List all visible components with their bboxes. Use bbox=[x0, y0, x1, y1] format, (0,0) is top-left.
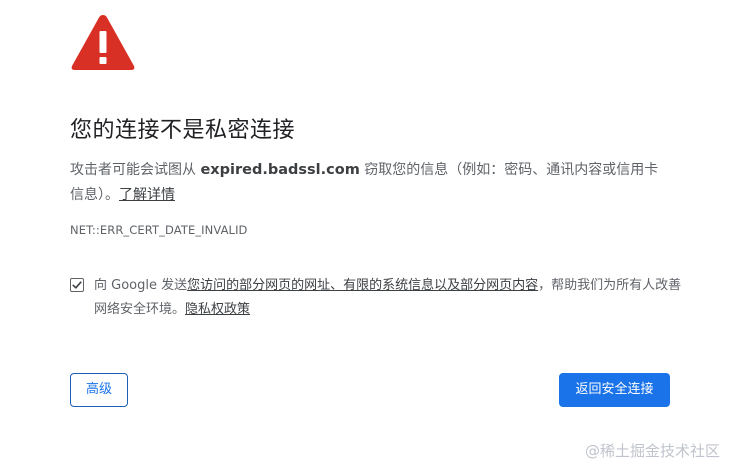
back-to-safety-button[interactable]: 返回安全连接 bbox=[559, 373, 670, 407]
error-code: NET::ERR_CERT_DATE_INVALID bbox=[70, 223, 248, 237]
optin-text: 向 Google 发送您访问的部分网页的网址、有限的系统信息以及部分网页内容，帮… bbox=[94, 274, 684, 322]
description-prefix: 攻击者可能会试图从 bbox=[70, 162, 201, 178]
optin-prefix: 向 Google 发送 bbox=[94, 278, 188, 293]
hostname: expired.badssl.com bbox=[200, 162, 360, 178]
page-title: 您的连接不是私密连接 bbox=[70, 118, 296, 143]
learn-more-link[interactable]: 了解详情 bbox=[119, 187, 175, 203]
warning-triangle-icon bbox=[71, 15, 135, 70]
interstitial-page: 您的连接不是私密连接 攻击者可能会试图从 expired.badssl.com … bbox=[0, 0, 741, 472]
safe-browsing-optin-checkbox[interactable] bbox=[70, 278, 84, 292]
checkmark-icon bbox=[72, 281, 82, 289]
optin-details-link[interactable]: 您访问的部分网页的网址、有限的系统信息以及部分网页内容 bbox=[187, 278, 538, 293]
description: 攻击者可能会试图从 expired.badssl.com 窃取您的信息（例如：密… bbox=[70, 158, 670, 208]
advanced-button[interactable]: 高级 bbox=[70, 373, 128, 407]
watermark: @稀土掘金技术社区 bbox=[585, 442, 721, 460]
privacy-policy-link[interactable]: 隐私权政策 bbox=[185, 302, 250, 317]
